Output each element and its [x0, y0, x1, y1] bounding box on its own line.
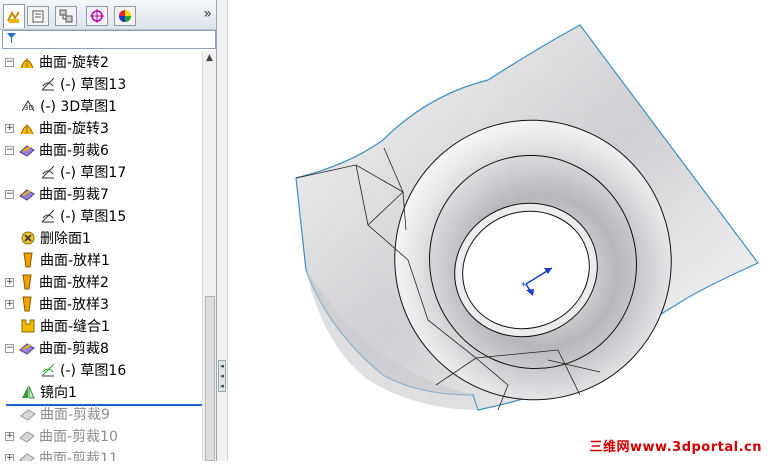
property-manager-tab[interactable] [27, 6, 49, 26]
tree-item[interactable]: + 曲面-放样3 [5, 293, 109, 315]
loft-surface-icon [23, 252, 33, 268]
loft-surface-icon [22, 274, 32, 290]
tree-item-suppressed[interactable]: + 曲面-剪裁11 [5, 447, 118, 461]
tree-item[interactable]: − 曲面-旋转2 [5, 51, 109, 73]
trim-surface-icon [20, 409, 36, 421]
feature-manager-panel: » − 曲面-旋转2 (-) 草图13 3D (-) 3D草图1 + 曲面-旋转… [0, 0, 217, 461]
graphics-area[interactable]: * 三维网www.3dportal.cn [228, 0, 780, 461]
tree-item[interactable]: 3D (-) 3D草图1 [20, 95, 117, 117]
sketch-icon [41, 165, 55, 179]
expand-toggle[interactable]: + [5, 123, 14, 133]
sketch-icon [41, 77, 55, 91]
expand-toggle[interactable]: + [5, 277, 14, 287]
expand-toggle[interactable]: + [5, 431, 14, 441]
configuration-manager-tab[interactable] [55, 6, 77, 26]
svg-text:3D: 3D [24, 104, 34, 112]
surface-model: * [295, 24, 759, 411]
revolve-surface-icon [20, 58, 34, 69]
trim-surface-icon [19, 145, 35, 157]
filter-icon [6, 32, 17, 47]
property-manager-icon [32, 10, 44, 23]
scroll-up-arrow[interactable]: ▲ [206, 53, 213, 63]
tree-item[interactable]: + 曲面-旋转3 [5, 117, 109, 139]
manager-tab-bar: » [0, 0, 216, 30]
tree-scrollbar[interactable]: ▲ [202, 51, 216, 461]
delete-face-icon [21, 231, 35, 245]
expand-panel-button[interactable]: » [203, 6, 212, 22]
tree-item[interactable]: (-) 草图16 [40, 359, 126, 381]
feature-tree: − 曲面-旋转2 (-) 草图13 3D (-) 3D草图1 + 曲面-旋转3 … [0, 51, 202, 461]
tree-item[interactable]: (-) 草图13 [40, 73, 126, 95]
tree-item[interactable]: + 曲面-放样2 [5, 271, 109, 293]
sketch-icon [41, 363, 55, 377]
watermark: 三维网www.3dportal.cn [589, 440, 762, 455]
tree-item[interactable]: (-) 草图15 [40, 205, 126, 227]
sketch-icon [41, 209, 55, 223]
revolve-surface-icon [20, 124, 34, 135]
trim-surface-icon [19, 431, 35, 443]
collapse-toggle[interactable]: − [5, 189, 14, 199]
panel-splitter[interactable]: ◂ ◂ ◂ [217, 0, 228, 461]
expand-toggle[interactable]: + [5, 453, 14, 461]
display-manager-tab[interactable] [114, 6, 136, 26]
tree-item[interactable]: − 曲面-剪裁7 [5, 183, 109, 205]
tree-item[interactable]: 曲面-缝合1 [20, 315, 110, 337]
feature-filter-input[interactable] [2, 30, 216, 49]
3d-sketch-icon: 3D [21, 100, 35, 112]
tree-item[interactable]: 删除面1 [20, 227, 91, 249]
tree-item[interactable]: 曲面-放样1 [20, 249, 110, 271]
feature-tree-tab[interactable] [3, 4, 25, 28]
dimxpert-icon [90, 9, 104, 23]
tree-item[interactable]: 镜向1 [20, 381, 77, 403]
display-manager-icon [119, 10, 131, 22]
collapse-toggle[interactable]: − [5, 343, 14, 353]
tree-item-suppressed[interactable]: + 曲面-剪裁10 [5, 425, 118, 447]
configuration-icon [59, 9, 73, 23]
expand-toggle[interactable]: + [5, 299, 14, 309]
svg-text:*: * [521, 281, 526, 292]
collapse-panel-handle[interactable]: ◂ ◂ ◂ [218, 360, 226, 392]
tree-item[interactable]: − 曲面-剪裁8 [5, 337, 109, 359]
tree-item[interactable]: (-) 草图17 [40, 161, 126, 183]
knit-surface-icon [21, 319, 35, 333]
collapse-toggle[interactable]: − [5, 145, 14, 155]
trim-surface-icon [19, 453, 35, 461]
tree-item-suppressed[interactable]: 曲面-剪裁9 [20, 403, 110, 425]
rollback-bar[interactable] [6, 404, 202, 406]
loft-surface-icon [22, 296, 32, 312]
mirror-icon [22, 385, 35, 399]
trim-surface-icon [19, 189, 35, 201]
trim-surface-icon [19, 343, 35, 355]
tree-item[interactable]: − 曲面-剪裁6 [5, 139, 109, 161]
collapse-toggle[interactable]: − [5, 57, 14, 67]
scroll-thumb[interactable] [205, 296, 215, 461]
dimxpert-tab[interactable] [86, 6, 108, 26]
feature-tree-icon [7, 10, 20, 23]
